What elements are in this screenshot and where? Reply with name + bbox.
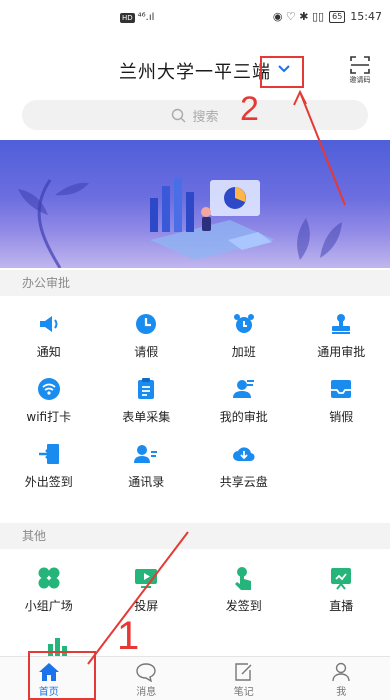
app-label: 外出签到 xyxy=(24,475,73,489)
app-live-broadcast[interactable]: 直播 xyxy=(293,558,390,623)
tap-checkin-icon xyxy=(234,567,251,590)
live-broadcast-icon xyxy=(331,568,352,590)
exit-door-icon xyxy=(38,444,59,464)
invite-code-label: 邀请码 xyxy=(349,76,371,84)
invite-code-button[interactable]: 邀请码 xyxy=(340,52,380,92)
app-contacts[interactable]: 通讯录 xyxy=(98,434,196,499)
cloud-icon xyxy=(232,447,255,462)
status-bar: HD ⁴⁶.ıl ◉ ♡ ✱ ▯▯ 65 15:47 xyxy=(0,0,390,42)
tab-label: 我 xyxy=(336,687,347,698)
search-placeholder: 搜索 xyxy=(192,109,219,125)
app-label: 我的审批 xyxy=(219,410,268,424)
person-icon xyxy=(332,662,350,682)
app-my-approvals[interactable]: 我的审批 xyxy=(195,369,293,434)
clipboard-icon xyxy=(138,378,155,399)
app-label: 请假 xyxy=(134,345,159,359)
app-label: 通知 xyxy=(36,345,61,359)
app-cancel-leave[interactable]: 销假 xyxy=(293,369,390,434)
contacts-icon xyxy=(134,445,158,463)
search-input[interactable]: 搜索 xyxy=(22,100,368,130)
tab-notes[interactable]: 笔记 xyxy=(195,657,293,700)
app-label: 加班 xyxy=(231,345,256,359)
banner-illustration[interactable] xyxy=(0,140,390,268)
other-apps-grid: 小组广场 投屏 发签到 直播 xyxy=(0,558,390,623)
org-switcher[interactable]: 兰州大学一平三端 xyxy=(0,58,390,84)
status-time: 15:47 xyxy=(350,10,382,23)
app-send-checkin[interactable]: 发签到 xyxy=(195,558,293,623)
tab-label: 笔记 xyxy=(233,687,254,698)
app-label: 共享云盘 xyxy=(219,475,268,489)
annotation-box-home-tab xyxy=(28,651,96,700)
screen-cast-icon xyxy=(135,569,158,588)
alarm-clock-icon xyxy=(233,314,254,333)
app-label: 通用审批 xyxy=(317,345,366,359)
org-name: 兰州大学一平三端 xyxy=(119,62,271,83)
office-apps-grid: 通知 请假 加班 通用审批 wifi打卡 表单采集 我的审批 销假 外出签到 通… xyxy=(0,304,390,499)
app-overtime[interactable]: 加班 xyxy=(195,304,293,369)
system-status: ◉ ♡ ✱ ▯▯ 65 15:47 xyxy=(273,10,382,23)
app-form-collection[interactable]: 表单采集 xyxy=(98,369,196,434)
app-outing-checkin[interactable]: 外出签到 xyxy=(0,434,98,499)
approval-stamp-icon xyxy=(332,314,351,334)
app-screen-cast[interactable]: 投屏 xyxy=(98,558,196,623)
group-square-icon xyxy=(38,567,60,589)
tab-messages[interactable]: 消息 xyxy=(98,657,196,700)
search-icon xyxy=(172,108,186,122)
message-bubble-icon xyxy=(136,663,156,682)
section-header-office: 办公审批 xyxy=(0,270,390,296)
app-label: 通讯录 xyxy=(128,475,165,489)
scan-icon xyxy=(350,56,370,74)
app-label: 表单采集 xyxy=(122,410,171,424)
app-label: 小组广场 xyxy=(24,599,73,613)
user-approval-icon xyxy=(232,380,254,398)
section-header-other: 其他 xyxy=(0,523,390,549)
battery-icon: 65 xyxy=(329,10,346,23)
note-edit-icon xyxy=(235,663,252,681)
wifi-icon xyxy=(37,378,60,400)
app-label: 发签到 xyxy=(225,599,262,613)
app-label: 销假 xyxy=(329,410,354,424)
app-shared-cloud-drive[interactable]: 共享云盘 xyxy=(195,434,293,499)
annotation-number-1: 1 xyxy=(117,614,140,658)
speaker-icon xyxy=(39,316,58,332)
app-general-approval[interactable]: 通用审批 xyxy=(293,304,390,369)
app-label: 投屏 xyxy=(134,599,159,613)
app-label: 直播 xyxy=(329,599,354,613)
header: 兰州大学一平三端 邀请码 xyxy=(0,50,390,92)
annotation-box-org-switch xyxy=(260,56,304,88)
annotation-number-2: 2 xyxy=(240,90,259,128)
network-status: HD ⁴⁶.ıl xyxy=(120,12,154,23)
app-label: wifi打卡 xyxy=(26,410,72,424)
app-notice[interactable]: 通知 xyxy=(0,304,98,369)
hd-badge: HD xyxy=(120,12,135,23)
status-icons: ◉ ♡ ✱ ▯▯ xyxy=(272,10,325,23)
app-wifi-checkin[interactable]: wifi打卡 xyxy=(0,369,98,434)
banner-art xyxy=(18,178,342,268)
app-group-square[interactable]: 小组广场 xyxy=(0,558,98,623)
clock-icon xyxy=(136,314,157,334)
signal-icon: ⁴⁶.ıl xyxy=(137,12,155,23)
inbox-icon xyxy=(331,380,352,398)
app-leave-request[interactable]: 请假 xyxy=(98,304,196,369)
tab-me[interactable]: 我 xyxy=(293,657,390,700)
tab-label: 消息 xyxy=(136,687,157,698)
